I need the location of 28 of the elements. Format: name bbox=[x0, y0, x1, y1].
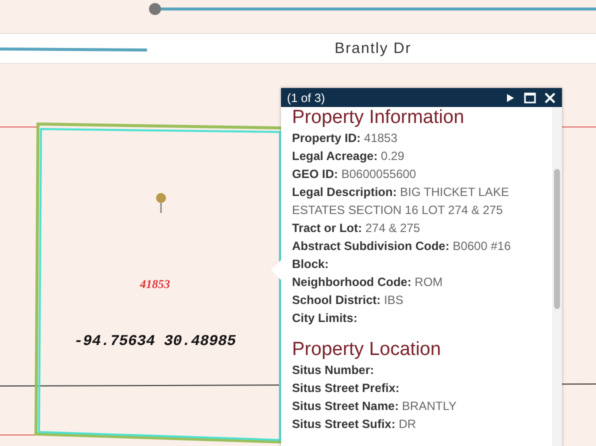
feature-counter: (1 of 3) bbox=[287, 90, 326, 104]
close-icon bbox=[544, 92, 556, 104]
play-icon bbox=[505, 92, 515, 102]
parcel-boundary-line bbox=[0, 126, 38, 128]
parcel-boundary-line bbox=[0, 434, 36, 436]
field-row-text: Tract or Lot: 274 & 275 bbox=[292, 220, 422, 237]
road-label: Brantly Dr bbox=[334, 40, 412, 57]
field-row-text: City Limits: bbox=[292, 310, 358, 327]
field-row-text: Situs Street Prefix: bbox=[292, 380, 400, 397]
field-row-text: Neighborhood Code: ROM bbox=[292, 274, 444, 291]
field-row-text: School District: IBS bbox=[292, 292, 404, 309]
coordinates-label: -94.75634 30.48985 bbox=[74, 333, 236, 350]
scrollbar-thumb[interactable] bbox=[554, 169, 560, 309]
maximize-icon bbox=[524, 92, 536, 104]
field-row-text: Legal Description: BIG THICKET LAKE ESTATES SECTION 16 LOT 274 & 275 bbox=[292, 184, 510, 219]
field-row-text: Situs Street Sufix: DR bbox=[292, 416, 418, 433]
maximize-button[interactable] bbox=[522, 90, 538, 106]
field-row-text: Abstract Subdivision Code: B0600 #16 bbox=[292, 238, 512, 255]
section-heading: Property Location bbox=[292, 339, 442, 361]
field-row-text: Situs Number: bbox=[292, 362, 376, 379]
field-row-text: Property ID: 41853 bbox=[292, 130, 398, 147]
parcel-id-label: 41853 bbox=[140, 277, 170, 292]
field-row-text: GEO ID: B0600055600 bbox=[292, 166, 418, 183]
parcel-boundary-line bbox=[560, 126, 596, 128]
section-heading: Property Information bbox=[292, 107, 466, 129]
field-row-text: Legal Acreage: 0.29 bbox=[292, 148, 406, 165]
field-row-text: Block: bbox=[292, 256, 330, 273]
field-row-text: Situs Street Name: BRANTLY bbox=[292, 398, 458, 415]
